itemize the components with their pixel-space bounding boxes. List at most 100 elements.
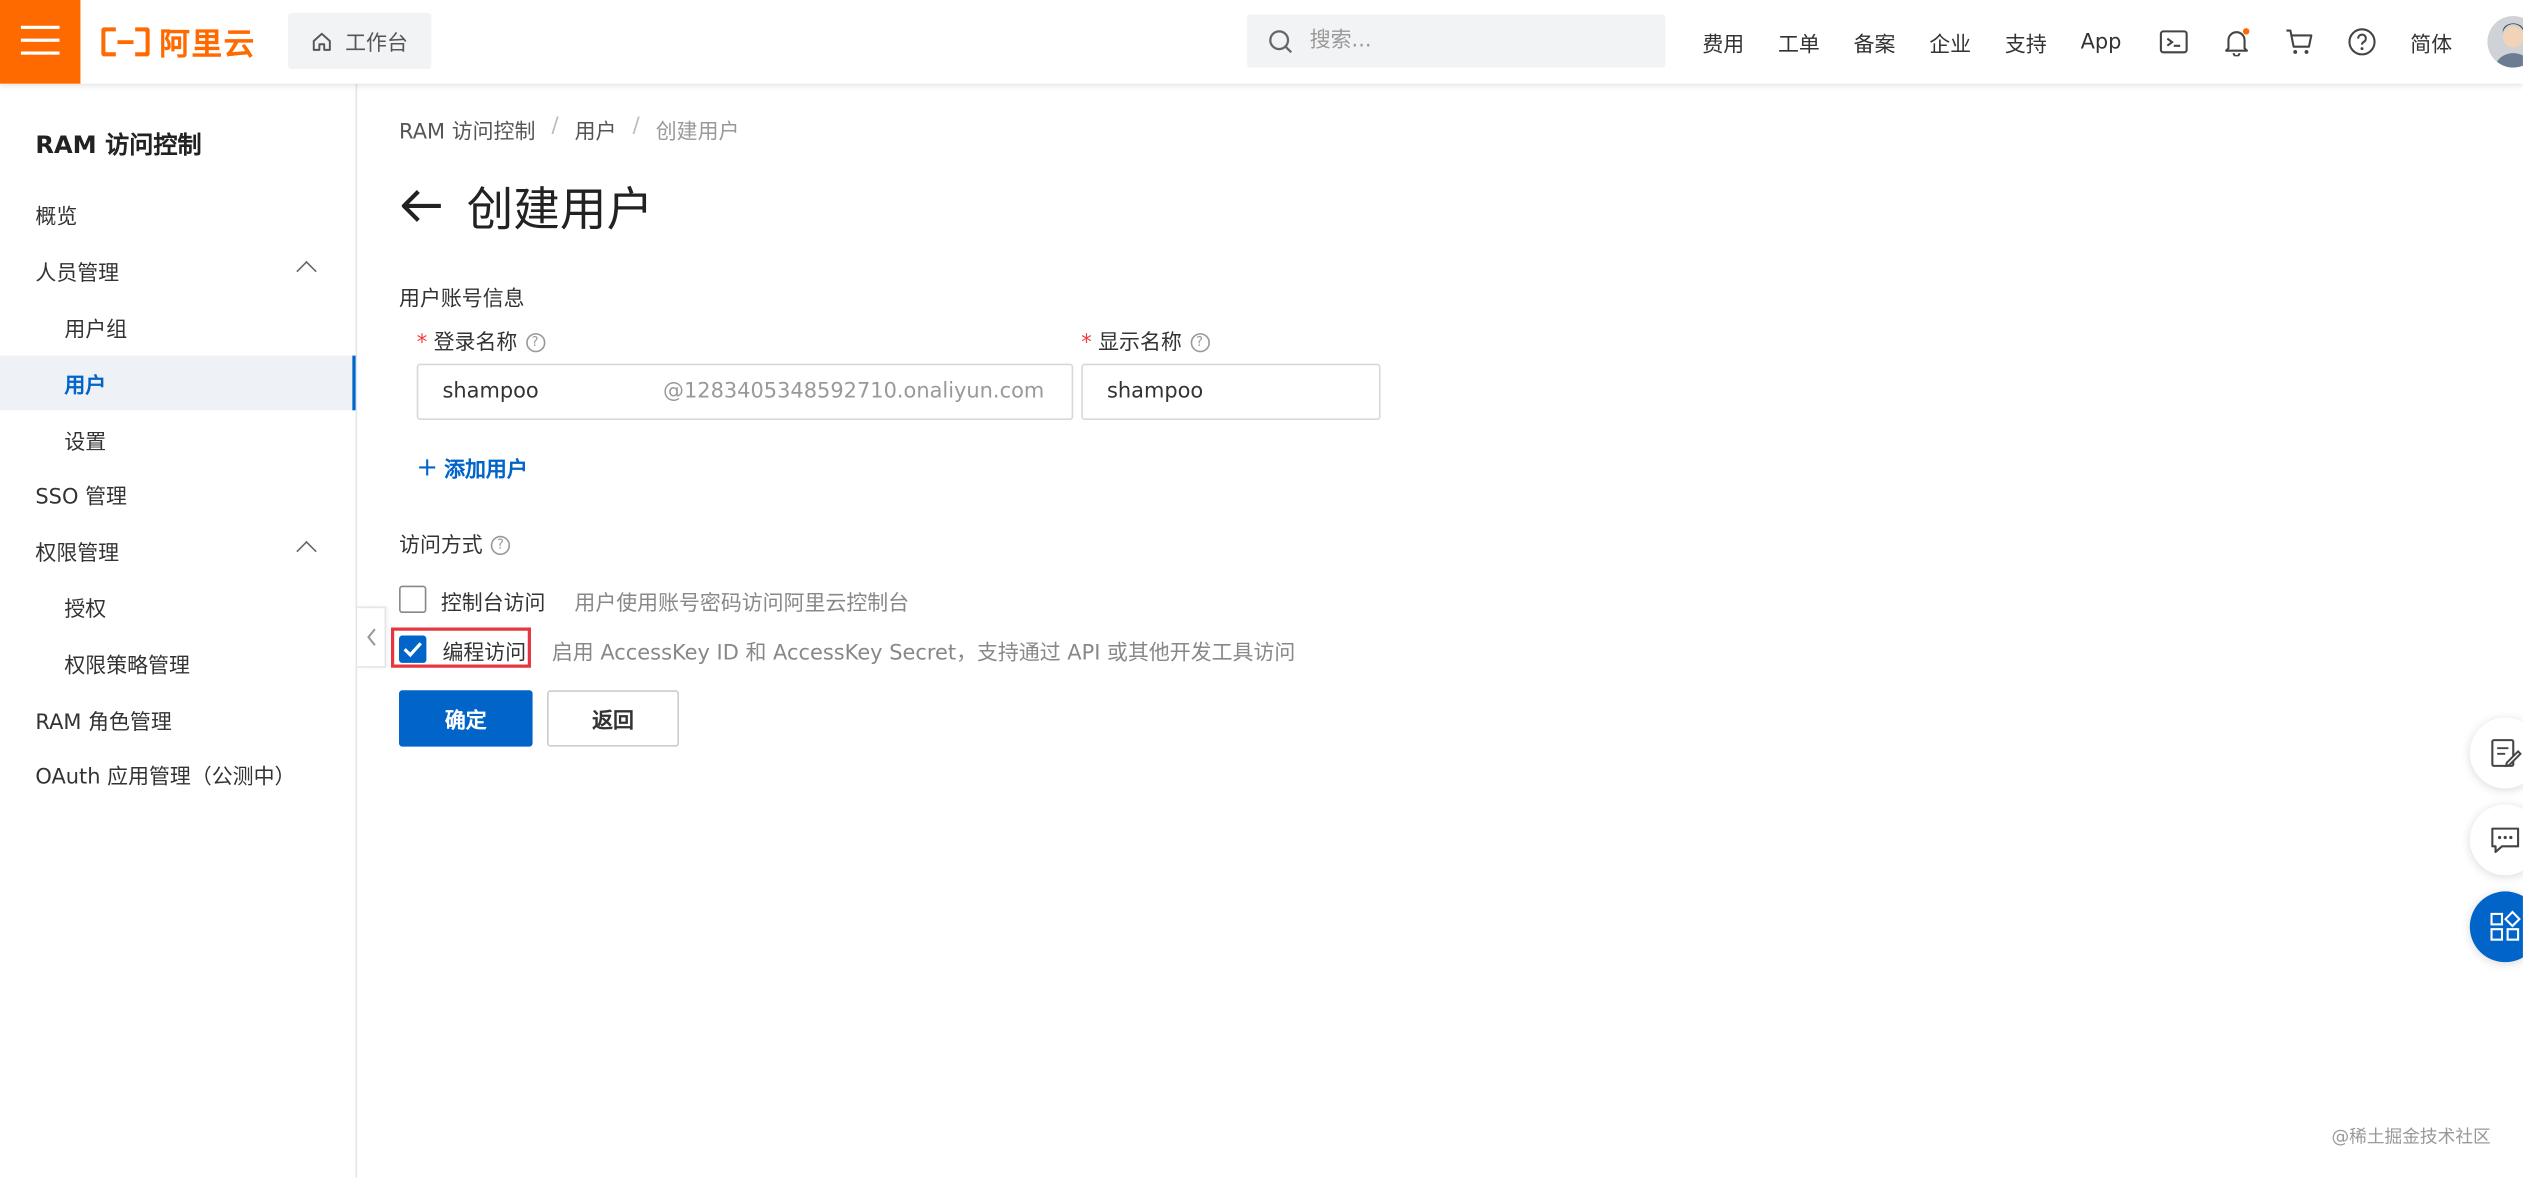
- nav-link-enterprise[interactable]: 企业: [1929, 27, 1971, 57]
- section-access-type: 访问方式?: [399, 528, 511, 559]
- sidebar-item-settings[interactable]: 设置: [0, 412, 356, 467]
- sidebar-item-label: 人员管理: [35, 261, 120, 286]
- sidebar-item-sso[interactable]: SSO 管理: [0, 467, 356, 522]
- chat-bubble-icon: [2491, 827, 2520, 854]
- terminal-icon[interactable]: [2156, 24, 2191, 59]
- bell-icon[interactable]: [2219, 24, 2254, 59]
- breadcrumb-item-users[interactable]: 用户: [575, 114, 617, 145]
- chevron-up-icon[interactable]: [296, 540, 317, 562]
- help-circle-icon[interactable]: [2344, 24, 2379, 59]
- chevron-left-icon: [366, 628, 375, 646]
- nav-link-support[interactable]: 支持: [2005, 27, 2047, 57]
- sidebar-item-people-management[interactable]: 人员管理: [0, 243, 356, 298]
- console-access-checkbox[interactable]: [399, 585, 427, 614]
- logo-text: 阿里云: [159, 26, 256, 62]
- breadcrumb-item-current: 创建用户: [655, 120, 740, 145]
- nav-link-icp[interactable]: 备案: [1854, 27, 1896, 57]
- chat-button[interactable]: [2469, 804, 2523, 876]
- sidebar-item-ram-roles[interactable]: RAM 角色管理: [0, 692, 356, 747]
- apps-grid-icon: [2490, 910, 2521, 941]
- sidebar-item-label: SSO 管理: [35, 485, 127, 510]
- sidebar-item-label: 权限管理: [35, 541, 120, 566]
- app-root: 阿里云 工作台 费用 工单 备案 企业 支持 App: [0, 0, 2523, 1178]
- edit-note-icon: [2491, 739, 2522, 768]
- login-name-label: * 登录名称?: [417, 325, 545, 356]
- workbench-button[interactable]: 工作台: [288, 12, 432, 70]
- nav-link-app[interactable]: App: [2081, 30, 2122, 54]
- required-mark: *: [1081, 331, 1092, 356]
- page-title: 创建用户: [466, 181, 654, 237]
- question-icon[interactable]: ?: [1189, 332, 1210, 352]
- display-name-field[interactable]: [1081, 363, 1381, 420]
- chevron-up-icon[interactable]: [296, 260, 317, 282]
- plus-icon: [419, 459, 436, 476]
- confirm-button-label: 确定: [444, 709, 487, 734]
- hamburger-line: [20, 38, 60, 42]
- add-user-label: 添加用户: [444, 458, 528, 483]
- sidebar-item-permission-management[interactable]: 权限管理: [0, 523, 356, 578]
- top-nav-links: 费用 工单 备案 企业 支持 App: [1702, 0, 2155, 84]
- sidebar-item-label: 授权: [64, 597, 107, 622]
- search-input[interactable]: [1306, 27, 1635, 55]
- sidebar-item-label: 概览: [35, 205, 78, 230]
- login-name-input[interactable]: [439, 378, 688, 406]
- nav-link-billing[interactable]: 费用: [1702, 27, 1744, 57]
- sidebar-item-oauth-apps[interactable]: OAuth 应用管理（公测中）: [0, 747, 356, 802]
- aliyun-logo[interactable]: 阿里云: [100, 21, 256, 63]
- sidebar-item-grants[interactable]: 授权: [0, 579, 356, 634]
- display-name-label: * 显示名称?: [1081, 325, 1210, 356]
- cart-icon[interactable]: [2282, 24, 2317, 59]
- sidebar-item-user-groups[interactable]: 用户组: [0, 299, 356, 354]
- feedback-edit-button[interactable]: [2469, 717, 2523, 789]
- sidebar-item-overview[interactable]: 概览: [0, 187, 356, 242]
- sidebar-item-label: 用户: [64, 374, 107, 399]
- top-bar: 阿里云 工作台 费用 工单 备案 企业 支持 App: [0, 0, 2523, 84]
- question-icon[interactable]: ?: [490, 534, 511, 555]
- breadcrumb-separator: /: [632, 114, 640, 139]
- confirm-button[interactable]: 确定: [399, 690, 533, 747]
- sidebar-item-label: OAuth 应用管理（公测中）: [35, 765, 296, 790]
- hamburger-line: [20, 51, 60, 55]
- sidebar-item-label: 权限策略管理: [64, 654, 190, 679]
- login-name-label-text: 登录名称: [433, 331, 518, 356]
- nav-link-tickets[interactable]: 工单: [1778, 27, 1820, 57]
- workbench-label: 工作台: [345, 32, 408, 57]
- search-icon: [1269, 29, 1293, 53]
- apps-button[interactable]: [2469, 891, 2523, 963]
- required-mark: *: [416, 331, 428, 356]
- section-access-type-label: 访问方式: [399, 534, 483, 559]
- aliyun-logo-mark-icon: [100, 26, 151, 58]
- sidebar-item-policies[interactable]: 权限策略管理: [0, 636, 356, 691]
- sidebar-item-label: 用户组: [64, 317, 128, 342]
- sidebar-item-label: 设置: [64, 430, 107, 455]
- display-name-input[interactable]: [1103, 378, 1352, 406]
- highlight-annotation-box: [390, 627, 531, 668]
- back-arrow-icon[interactable]: [399, 187, 444, 226]
- programmatic-access-description: 启用 AccessKey ID 和 AccessKey Secret，支持通过 …: [551, 641, 1296, 667]
- user-avatar[interactable]: [2487, 16, 2523, 68]
- sidebar-title: RAM 访问控制: [35, 130, 202, 160]
- breadcrumb-item-ram[interactable]: RAM 访问控制: [399, 114, 535, 145]
- question-icon[interactable]: ?: [525, 332, 545, 352]
- console-access-description: 用户使用账号密码访问阿里云控制台: [574, 592, 910, 617]
- hamburger-menu-button[interactable]: [0, 0, 81, 84]
- home-icon: [313, 32, 332, 51]
- login-name-domain-suffix: @1283405348592710.onaliyun.com: [663, 379, 1045, 404]
- sidebar-collapse-button[interactable]: [357, 606, 387, 668]
- display-name-label-text: 显示名称: [1098, 331, 1182, 356]
- sidebar-item-label: RAM 角色管理: [35, 710, 172, 735]
- global-search[interactable]: [1246, 14, 1666, 68]
- back-button[interactable]: 返回: [547, 690, 679, 747]
- back-button-label: 返回: [592, 709, 634, 734]
- page-header: 创建用户: [399, 174, 653, 238]
- watermark-text: @稀土掘金技术社区: [2331, 1126, 2491, 1148]
- sidebar: RAM 访问控制 概览 人员管理 用户组 用户 设置 SSO 管理 权限管理 授…: [0, 83, 358, 1178]
- language-switch[interactable]: 简体: [2410, 27, 2452, 58]
- breadcrumb: RAM 访问控制 / 用户 / 创建用户: [399, 114, 739, 145]
- section-account-info: 用户账号信息: [399, 288, 525, 313]
- breadcrumb-separator: /: [551, 114, 559, 139]
- add-user-button[interactable]: 添加用户: [418, 452, 528, 483]
- login-name-field[interactable]: @1283405348592710.onaliyun.com: [416, 363, 1074, 420]
- console-access-label[interactable]: 控制台访问: [441, 586, 546, 616]
- sidebar-item-users[interactable]: 用户: [0, 355, 356, 411]
